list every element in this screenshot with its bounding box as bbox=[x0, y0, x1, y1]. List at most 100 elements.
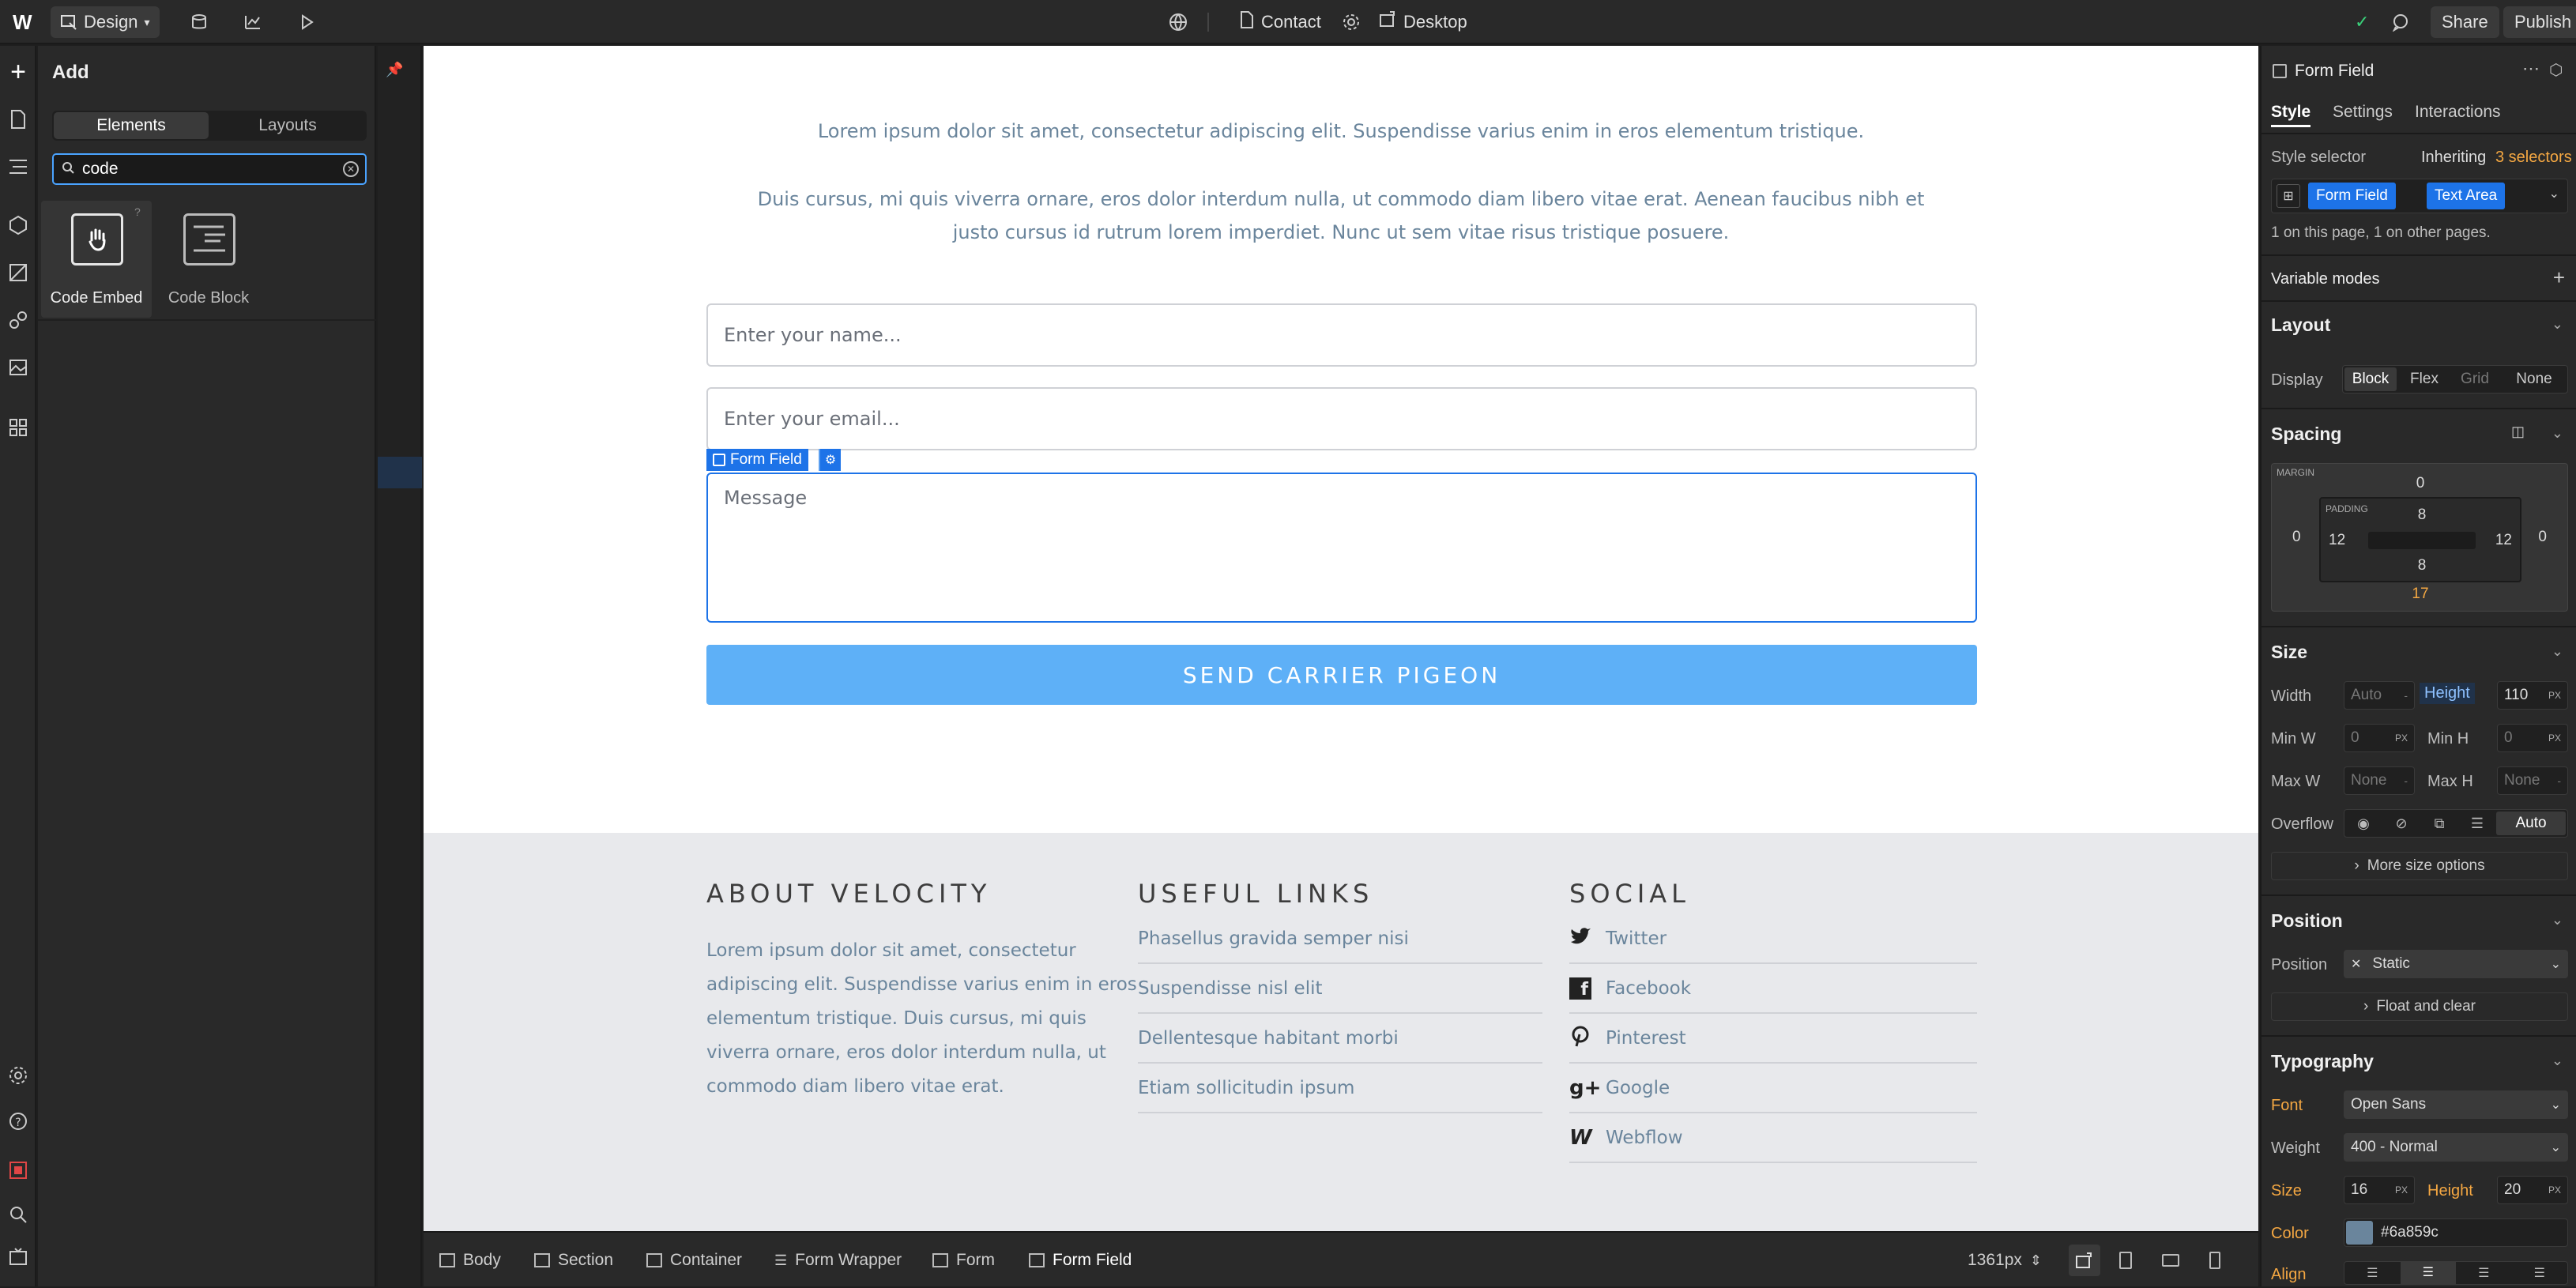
component-cube-icon[interactable]: ⬡ bbox=[2549, 60, 2563, 80]
tab-elements[interactable]: Elements bbox=[54, 112, 209, 139]
padding-bottom-value[interactable]: 8 bbox=[2321, 557, 2523, 574]
share-button[interactable]: Share bbox=[2431, 6, 2499, 38]
element-code-embed[interactable]: ? Code Embed bbox=[41, 201, 152, 318]
design-canvas[interactable]: Lorem ipsum dolor sit amet, consectetur … bbox=[424, 46, 2258, 1231]
color-input[interactable]: #6a859c bbox=[2344, 1218, 2568, 1247]
display-flex-option[interactable]: Flex bbox=[2400, 367, 2449, 391]
video-tutorials-icon[interactable] bbox=[5, 1244, 32, 1271]
breakpoint-selector[interactable]: Desktop bbox=[1369, 6, 1477, 38]
social-link-twitter[interactable]: Twitter bbox=[1569, 915, 1977, 964]
unit-label[interactable]: PX bbox=[2548, 690, 2561, 701]
layout-section-title[interactable]: Layout bbox=[2271, 314, 2330, 336]
size-section-title[interactable]: Size bbox=[2271, 642, 2307, 663]
pin-icon[interactable]: 📌 bbox=[386, 62, 403, 78]
more-options-icon[interactable]: ⋯ bbox=[2522, 58, 2540, 79]
overflow-hidden-eye-slash-icon[interactable]: ⊘ bbox=[2382, 815, 2420, 832]
tab-style[interactable]: Style bbox=[2271, 103, 2310, 122]
selector-chip-text-area[interactable]: Text Area bbox=[2427, 183, 2506, 209]
margin-left-value[interactable]: 0 bbox=[2292, 529, 2301, 546]
breadcrumb-container[interactable]: Container bbox=[646, 1233, 742, 1288]
line-height-input[interactable]: 20 PX bbox=[2497, 1176, 2568, 1204]
element-settings-gear-icon[interactable]: ⚙ bbox=[819, 449, 841, 471]
margin-bottom-value[interactable]: 17 bbox=[2272, 586, 2569, 603]
navigator-selected-row[interactable] bbox=[378, 457, 422, 488]
tab-layouts[interactable]: Layouts bbox=[210, 112, 365, 139]
styles-icon[interactable] bbox=[5, 259, 32, 286]
align-justify-icon[interactable]: ☰ bbox=[2512, 1265, 2568, 1281]
selectors-count[interactable]: 3 selectors bbox=[2495, 149, 2572, 167]
display-grid-option[interactable]: Grid bbox=[2450, 367, 2499, 391]
page-settings-gear-icon[interactable] bbox=[1332, 6, 1370, 38]
variables-icon[interactable] bbox=[5, 307, 32, 333]
display-none-option[interactable]: None bbox=[2503, 367, 2566, 391]
apps-icon[interactable] bbox=[5, 414, 32, 441]
position-section-title[interactable]: Position bbox=[2271, 910, 2343, 932]
submit-button[interactable]: SEND CARRIER PIGEON bbox=[706, 645, 1977, 705]
desktop-view-icon[interactable] bbox=[2069, 1245, 2100, 1276]
chevron-down-icon[interactable]: ⌄ bbox=[2552, 643, 2563, 660]
footer-link[interactable]: Suspendisse nisl elit bbox=[1138, 965, 1542, 1014]
margin-right-value[interactable]: 0 bbox=[2538, 529, 2547, 546]
spacing-section-title[interactable]: Spacing bbox=[2271, 424, 2341, 445]
mobile-portrait-icon[interactable] bbox=[2209, 1233, 2220, 1288]
selector-chip-form-field[interactable]: Form Field bbox=[2308, 183, 2396, 209]
selected-element-tag[interactable]: Form Field bbox=[706, 449, 808, 471]
padding-left-value[interactable]: 12 bbox=[2329, 532, 2345, 549]
comments-icon[interactable] bbox=[2382, 6, 2420, 38]
spacing-mode-icon[interactable]: ◫ bbox=[2511, 424, 2525, 440]
min-height-input[interactable]: 0 PX bbox=[2497, 724, 2568, 752]
float-and-clear-button[interactable]: › Float and clear bbox=[2271, 992, 2568, 1021]
align-right-icon[interactable]: ☰ bbox=[2456, 1265, 2512, 1281]
breadcrumb-form[interactable]: Form bbox=[932, 1233, 995, 1288]
clear-search-icon[interactable]: ✕ bbox=[343, 161, 359, 177]
unit-dropdown[interactable]: - bbox=[2404, 689, 2408, 702]
height-input[interactable]: 110 PX bbox=[2497, 681, 2568, 710]
padding-top-value[interactable]: 8 bbox=[2321, 507, 2523, 524]
mobile-landscape-icon[interactable] bbox=[2162, 1233, 2179, 1288]
overflow-auto-option[interactable]: Auto bbox=[2496, 812, 2566, 835]
unit-label[interactable]: PX bbox=[2548, 1184, 2561, 1196]
components-icon[interactable] bbox=[5, 212, 32, 239]
analytics-icon[interactable] bbox=[234, 6, 272, 38]
message-textarea[interactable]: Message bbox=[706, 473, 1977, 623]
width-input[interactable]: Auto - bbox=[2344, 681, 2415, 710]
margin-top-value[interactable]: 0 bbox=[2272, 475, 2569, 492]
overflow-scroll-icon[interactable]: ⧉ bbox=[2420, 815, 2458, 832]
breadcrumb-form-field[interactable]: Form Field bbox=[1029, 1233, 1132, 1288]
social-link-pinterest[interactable]: Pinterest bbox=[1569, 1015, 1977, 1064]
assets-image-icon[interactable] bbox=[5, 354, 32, 381]
more-size-options-button[interactable]: › More size options bbox=[2271, 852, 2568, 880]
chevron-down-icon[interactable]: ⌄ bbox=[2552, 912, 2563, 928]
add-plus-icon[interactable]: + bbox=[5, 57, 32, 87]
help-icon[interactable]: ? bbox=[5, 1108, 32, 1135]
tab-settings[interactable]: Settings bbox=[2333, 103, 2393, 122]
position-select[interactable]: ✕ Static ⌄ bbox=[2344, 950, 2568, 978]
social-link-google[interactable]: g+ Google bbox=[1569, 1064, 1977, 1113]
social-link-webflow[interactable]: W Webflow bbox=[1569, 1114, 1977, 1163]
publish-button[interactable]: Publish bbox=[2503, 6, 2576, 38]
email-field[interactable]: Enter your email... bbox=[706, 387, 1977, 450]
align-left-icon[interactable]: ☰ bbox=[2344, 1265, 2401, 1281]
cms-icon[interactable] bbox=[180, 6, 218, 38]
record-icon[interactable] bbox=[5, 1157, 32, 1184]
weight-select[interactable]: 400 - Normal ⌄ bbox=[2344, 1133, 2568, 1162]
unit-label[interactable]: PX bbox=[2395, 1184, 2408, 1196]
max-height-input[interactable]: None - bbox=[2497, 766, 2568, 795]
font-size-input[interactable]: 16 PX bbox=[2344, 1176, 2415, 1204]
search-icon[interactable] bbox=[5, 1201, 32, 1228]
align-center-icon[interactable]: ☰ bbox=[2400, 1262, 2456, 1284]
unit-dropdown[interactable]: - bbox=[2557, 774, 2561, 787]
settings-gear-icon[interactable] bbox=[5, 1062, 32, 1089]
element-code-block[interactable]: Code Block bbox=[153, 201, 264, 318]
name-field[interactable]: Enter your name... bbox=[706, 303, 1977, 367]
display-block-option[interactable]: Block bbox=[2344, 367, 2397, 391]
breadcrumb-body[interactable]: Body bbox=[439, 1233, 501, 1288]
unit-dropdown[interactable]: - bbox=[2404, 774, 2408, 787]
min-width-input[interactable]: 0 PX bbox=[2344, 724, 2415, 752]
selector-field[interactable]: ⊞ Form Field Text Area ⌄ bbox=[2271, 179, 2568, 213]
chevron-down-icon[interactable]: ⌄ bbox=[2552, 316, 2563, 333]
tab-interactions[interactable]: Interactions bbox=[2415, 103, 2501, 122]
font-select[interactable]: Open Sans ⌄ bbox=[2344, 1090, 2568, 1119]
pages-icon[interactable] bbox=[5, 106, 32, 133]
overflow-visible-eye-icon[interactable]: ◉ bbox=[2344, 815, 2382, 832]
